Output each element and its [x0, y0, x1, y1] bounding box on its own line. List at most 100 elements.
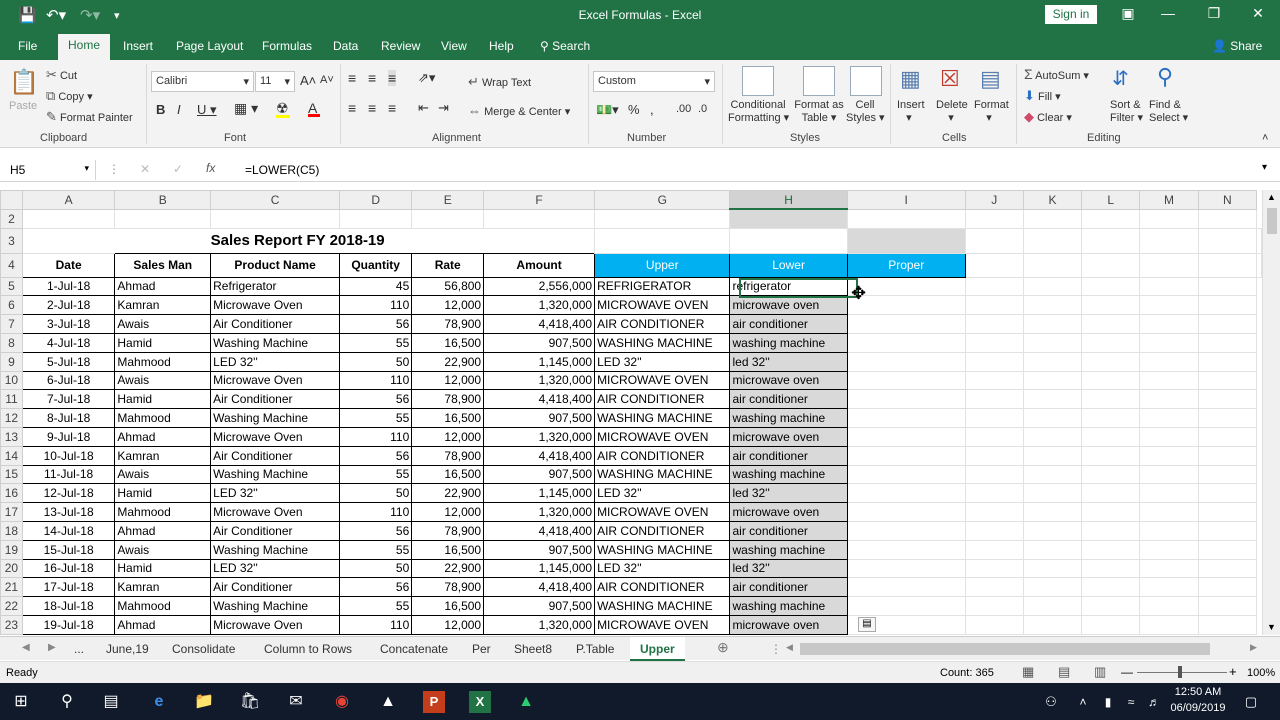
empty-cell[interactable]	[846, 389, 966, 410]
column-header[interactable]: F	[483, 190, 596, 210]
empty-cell[interactable]	[846, 351, 966, 372]
salesman-cell[interactable]: Ahmad	[114, 520, 212, 541]
sign-in-button[interactable]: Sign in	[1045, 5, 1097, 24]
quantity-cell[interactable]: 55	[339, 332, 413, 353]
empty-cell[interactable]	[1022, 445, 1083, 466]
lower-cell[interactable]: washing machine	[729, 539, 848, 560]
hscroll-left-icon[interactable]: ◀	[786, 642, 793, 653]
rate-cell[interactable]: 78,900	[411, 445, 485, 466]
column-header[interactable]: N	[1197, 190, 1258, 210]
share-button[interactable]: 👤 Share	[1212, 39, 1262, 53]
empty-cell[interactable]	[1139, 596, 1199, 616]
tab-help[interactable]: Help	[489, 39, 514, 53]
empty-cell[interactable]	[1197, 276, 1258, 297]
lower-cell[interactable]: washing machine	[729, 596, 848, 616]
empty-cell[interactable]	[1197, 426, 1258, 447]
date-cell[interactable]: 18-Jul-18	[21, 596, 116, 616]
empty-cell[interactable]	[964, 614, 1024, 635]
empty-cell[interactable]	[964, 389, 1024, 410]
lower-cell[interactable]: air conditioner	[729, 445, 848, 466]
empty-cell[interactable]	[1139, 351, 1199, 372]
empty-cell[interactable]	[846, 483, 966, 504]
salesman-cell[interactable]: Awais	[114, 314, 212, 334]
salesman-cell[interactable]: Hamid	[114, 389, 212, 410]
cell-styles-button[interactable]: Cell Styles ▾	[846, 99, 885, 124]
find-select-button[interactable]: Find & Select ▾	[1149, 99, 1188, 124]
column-header[interactable]: K	[1022, 190, 1083, 210]
format-cells-button[interactable]: Format ▾	[974, 99, 1009, 124]
column-header[interactable]: D	[339, 190, 413, 210]
amount-cell[interactable]: 4,418,400	[483, 577, 596, 598]
empty-cell[interactable]	[1081, 426, 1141, 447]
empty-cell[interactable]	[1022, 332, 1083, 353]
empty-cell[interactable]	[964, 464, 1024, 485]
hscroll-right-icon[interactable]: ▶	[1250, 642, 1257, 653]
empty-cell[interactable]	[1081, 314, 1141, 334]
tab-view[interactable]: View	[441, 39, 467, 53]
percent-icon[interactable]: %	[628, 102, 640, 117]
align-right-icon[interactable]: ≡	[388, 100, 396, 116]
scroll-down-icon[interactable]: ▼	[1267, 622, 1276, 632]
empty-cell[interactable]	[1197, 520, 1258, 541]
formula-input[interactable]: =LOWER(C5)	[245, 163, 319, 177]
empty-cell[interactable]	[1139, 408, 1199, 428]
rate-cell[interactable]: 78,900	[411, 577, 485, 598]
empty-cell[interactable]	[1139, 577, 1199, 598]
paste-button[interactable]: Paste	[9, 100, 37, 112]
empty-cell[interactable]	[1139, 502, 1199, 522]
amount-cell[interactable]: 907,500	[483, 539, 596, 560]
empty-cell[interactable]	[1081, 464, 1141, 485]
decrease-font-icon[interactable]: A˅	[320, 74, 334, 86]
column-header[interactable]: B	[114, 190, 212, 210]
salesman-cell[interactable]: Ahmad	[114, 276, 212, 297]
amount-cell[interactable]: 1,320,000	[483, 426, 596, 447]
accounting-format-icon[interactable]: 💵▾	[596, 102, 619, 118]
empty-cell[interactable]	[1197, 408, 1258, 428]
merge-center-button[interactable]: ⇔ Merge & Center ▾	[468, 103, 570, 118]
product-cell[interactable]: Microwave Oven	[210, 426, 341, 447]
empty-cell[interactable]	[1022, 464, 1083, 485]
maximize-icon[interactable]: ❐	[1199, 5, 1229, 22]
empty-cell[interactable]	[1139, 389, 1199, 410]
empty-cell[interactable]	[1139, 464, 1199, 485]
amount-cell[interactable]: 1,145,000	[483, 483, 596, 504]
empty-cell[interactable]	[1081, 445, 1141, 466]
salesman-cell[interactable]: Mahmood	[114, 408, 212, 428]
date-cell[interactable]: 3-Jul-18	[21, 314, 116, 334]
recorder-icon[interactable]: ▲	[515, 691, 537, 713]
empty-cell[interactable]	[964, 408, 1024, 428]
increase-font-icon[interactable]: A˄	[300, 73, 316, 88]
empty-cell[interactable]	[1139, 520, 1199, 541]
mail-icon[interactable]: ✉	[285, 691, 307, 713]
row-header[interactable]: 3	[0, 227, 23, 254]
empty-cell[interactable]	[846, 520, 966, 541]
row-header[interactable]: 15	[0, 464, 23, 485]
page-break-view-icon[interactable]: ▥	[1094, 664, 1106, 680]
empty-cell[interactable]	[964, 351, 1024, 372]
empty-cell[interactable]	[1081, 332, 1141, 353]
rate-cell[interactable]: 12,000	[411, 614, 485, 635]
comma-style-icon[interactable]: ,	[650, 102, 654, 117]
product-cell[interactable]: Air Conditioner	[210, 389, 341, 410]
rate-cell[interactable]: 16,500	[411, 464, 485, 485]
upper-cell[interactable]: MICROWAVE OVEN	[594, 502, 731, 522]
header-date[interactable]: Date	[21, 252, 116, 278]
row-header[interactable]: 5	[0, 276, 23, 297]
product-cell[interactable]: Air Conditioner	[210, 577, 341, 598]
date-cell[interactable]: 17-Jul-18	[21, 577, 116, 598]
quantity-cell[interactable]: 110	[339, 614, 413, 635]
product-cell[interactable]: Air Conditioner	[210, 520, 341, 541]
salesman-cell[interactable]: Kamran	[114, 295, 212, 316]
rate-cell[interactable]: 16,500	[411, 408, 485, 428]
lower-cell[interactable]: air conditioner	[729, 520, 848, 541]
empty-cell[interactable]	[1197, 483, 1258, 504]
row-header[interactable]: 10	[0, 370, 23, 391]
empty-cell[interactable]	[1022, 295, 1083, 316]
empty-cell[interactable]	[1197, 295, 1258, 316]
quantity-cell[interactable]: 55	[339, 539, 413, 560]
empty-cell[interactable]	[1081, 558, 1141, 579]
empty-cell[interactable]	[1139, 276, 1199, 297]
empty-cell[interactable]	[1139, 445, 1199, 466]
amount-cell[interactable]: 907,500	[483, 464, 596, 485]
amount-cell[interactable]: 4,418,400	[483, 445, 596, 466]
